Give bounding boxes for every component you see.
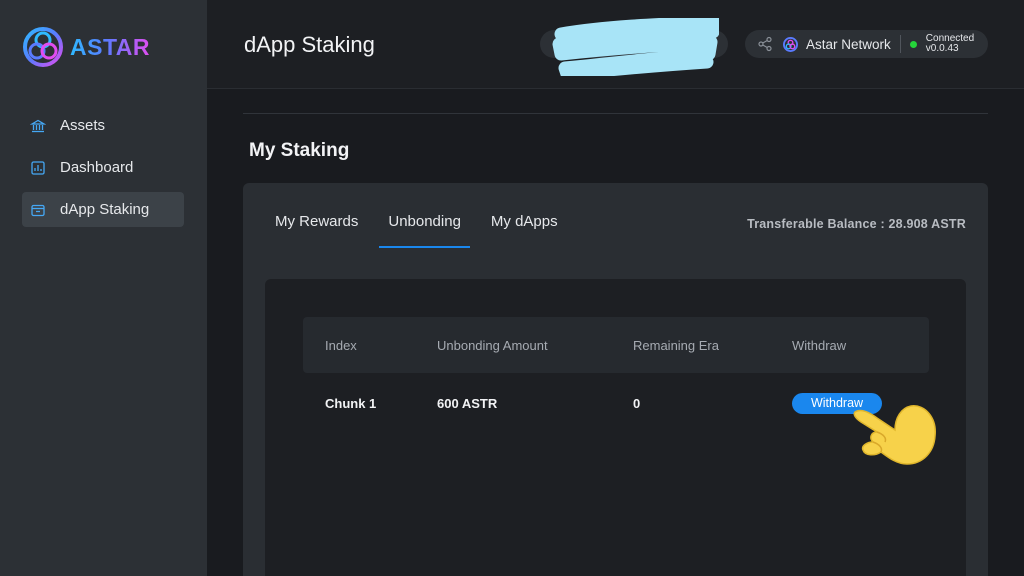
chunk-index: Chunk 1	[325, 395, 377, 411]
chart-icon	[31, 160, 45, 175]
sidebar-item-assets[interactable]: Assets	[22, 108, 184, 143]
brand-logo[interactable]: ASTAR	[22, 26, 150, 68]
table-row: Chunk 1 600 ASTR 0 Withdraw	[303, 373, 929, 433]
astar-network-icon	[783, 36, 798, 52]
tab-my-rewards[interactable]: My Rewards	[266, 213, 367, 248]
sidebar-nav: Assets Dashboard dApp Staking	[22, 108, 184, 234]
staking-tabs: My Rewards Unbonding My dApps	[266, 213, 567, 248]
table-header: Index Unbonding Amount Remaining Era Wit…	[303, 317, 929, 373]
sidebar-item-label: Dashboard	[60, 159, 134, 176]
section-divider	[243, 113, 988, 114]
network-selector[interactable]: Astar Network Connected v0.0.43	[745, 30, 988, 58]
column-header-era: Remaining Era	[633, 337, 719, 353]
pointing-hand-icon	[853, 405, 936, 465]
sidebar-item-label: dApp Staking	[60, 201, 150, 218]
transferable-balance: Transferable Balance : 28.908 ASTR	[747, 217, 966, 231]
bank-icon	[30, 119, 46, 132]
divider	[899, 35, 901, 53]
sidebar-item-dapp-staking[interactable]: dApp Staking	[22, 192, 184, 227]
column-header-index: Index	[325, 337, 357, 353]
network-name: Astar Network	[806, 36, 891, 52]
column-header-withdraw: Withdraw	[792, 337, 847, 353]
connection-status: Connected v0.0.43	[926, 34, 974, 54]
tab-unbonding[interactable]: Unbonding	[379, 213, 470, 248]
sidebar: ASTAR Assets Dashboard dApp Staking	[0, 0, 207, 576]
page-title: dApp Staking	[244, 32, 375, 57]
unbonding-table: Index Unbonding Amount Remaining Era Wit…	[303, 317, 929, 433]
unbonding-amount: 600 ASTR	[437, 395, 498, 411]
brand-name: ASTAR	[70, 33, 151, 60]
top-header: dApp Staking Astar Network Connected v0.…	[207, 0, 1024, 89]
redaction-scribble	[552, 18, 719, 76]
sidebar-item-dashboard[interactable]: Dashboard	[22, 150, 184, 185]
tab-my-dapps[interactable]: My dApps	[482, 213, 567, 248]
app-version: v0.0.43	[925, 43, 959, 54]
sidebar-item-label: Assets	[60, 117, 106, 134]
staking-icon	[31, 204, 45, 216]
section-title: My Staking	[249, 140, 350, 161]
share-icon[interactable]	[757, 36, 773, 52]
column-header-amount: Unbonding Amount	[437, 337, 548, 353]
staking-card: My Rewards Unbonding My dApps Transferab…	[243, 183, 988, 576]
astar-logo-icon	[23, 27, 63, 67]
connection-status-dot	[909, 40, 917, 48]
remaining-era: 0	[633, 395, 641, 411]
